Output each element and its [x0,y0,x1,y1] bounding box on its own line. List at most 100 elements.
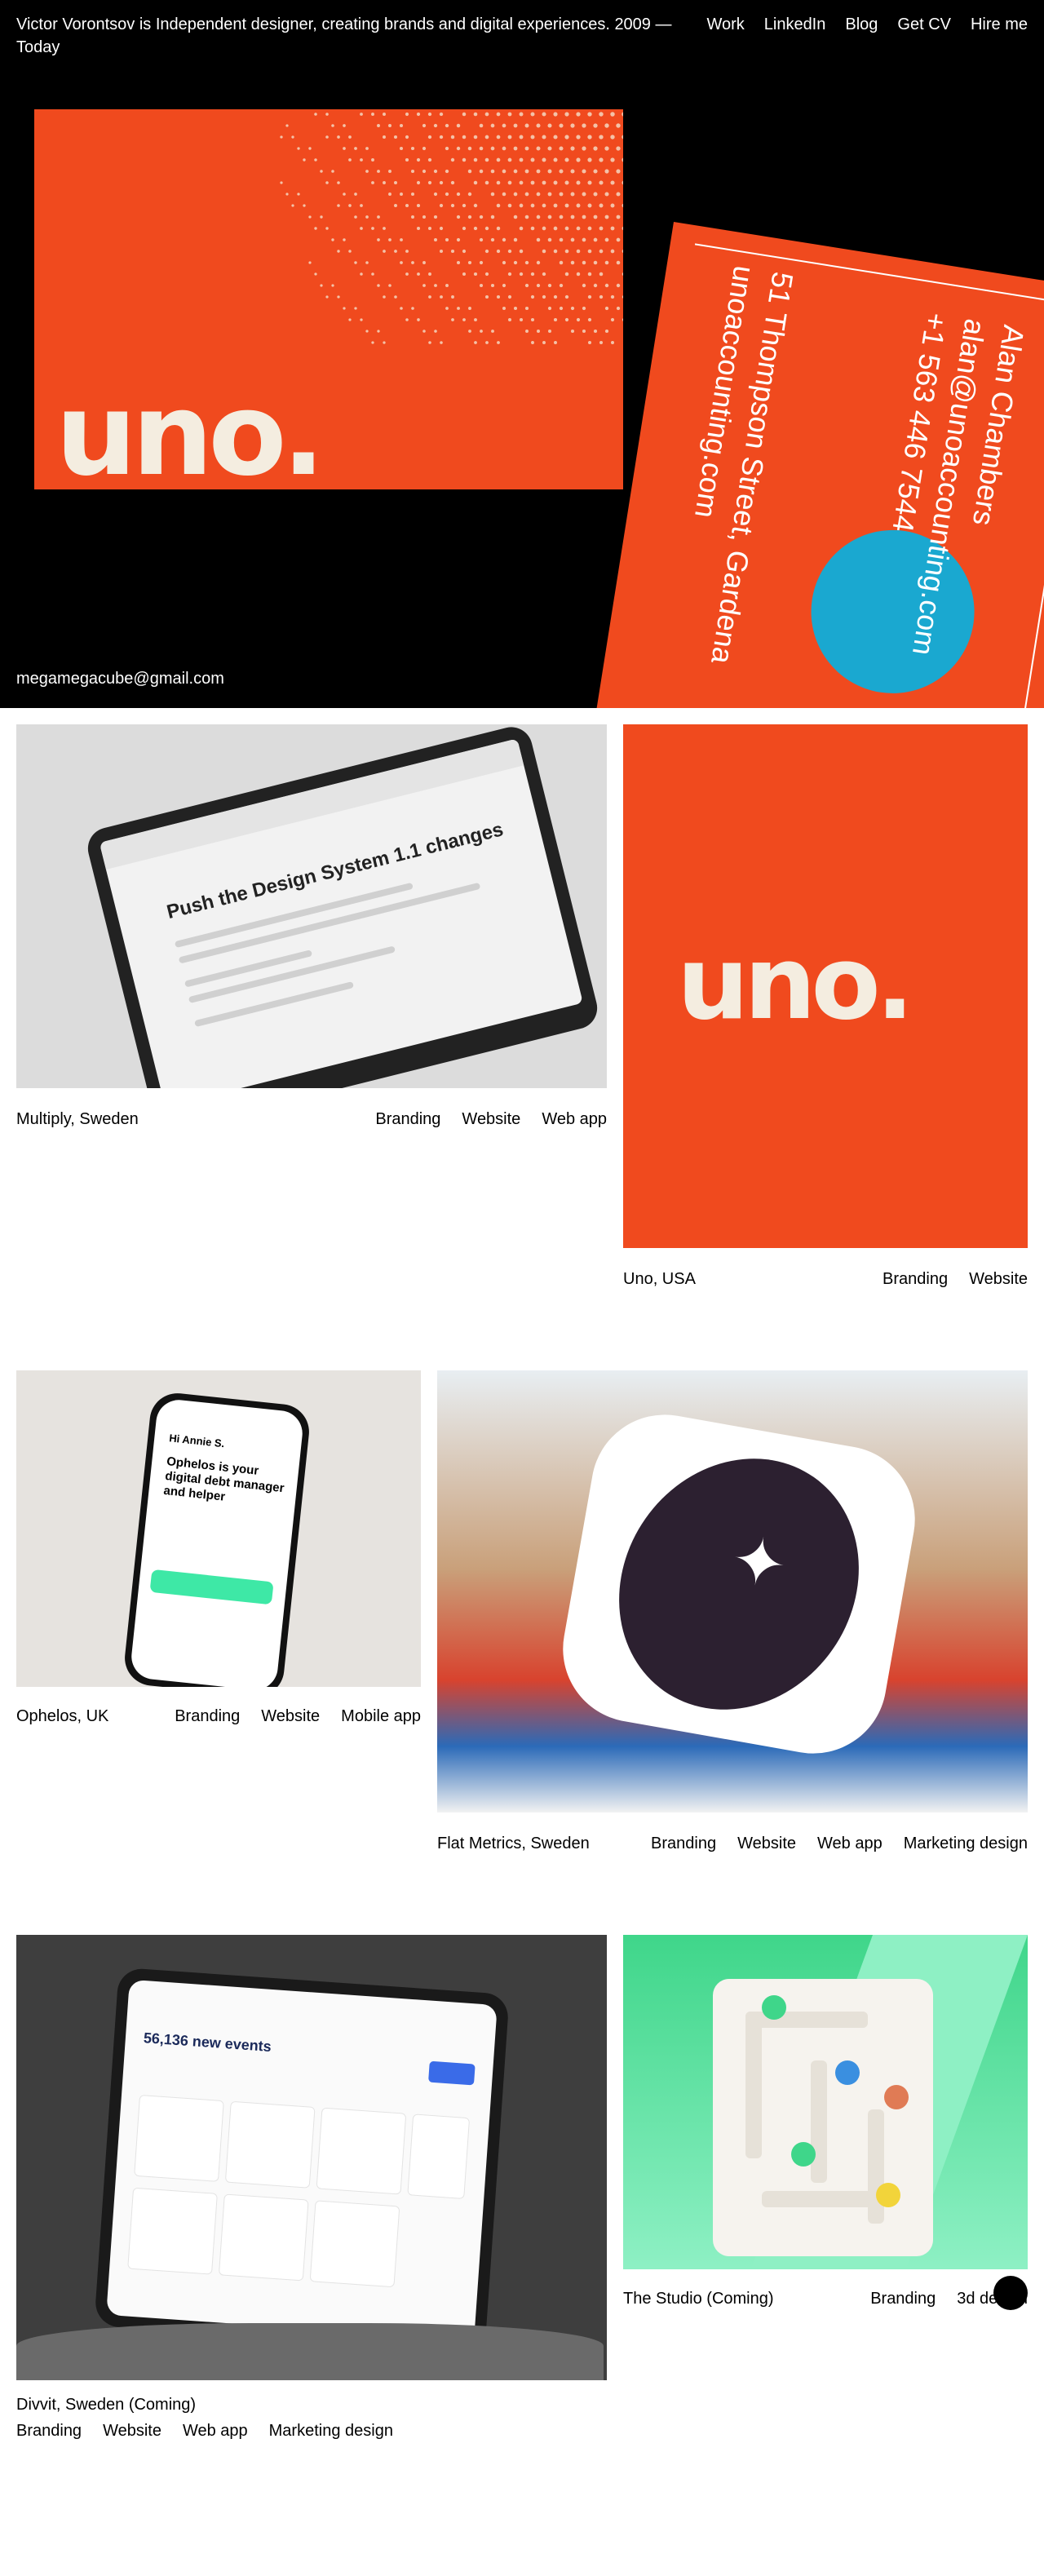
scroll-indicator[interactable] [993,2276,1028,2310]
pattern-dot [530,180,535,185]
project-image-uno[interactable]: uno. [623,724,1028,1248]
pattern-dot [616,237,621,242]
pattern-dot [490,169,495,174]
project-title: Flat Metrics, Sweden [437,1835,590,1852]
pattern-dot [576,226,581,231]
pattern-dot [622,157,623,162]
pattern-dot [593,146,598,151]
pattern-dot [445,284,449,287]
pattern-dot [564,317,569,322]
pattern-dot [343,124,346,127]
pattern-dot [439,249,444,254]
contact-email-link[interactable]: megamegacube@gmail.com [16,670,224,688]
pattern-dot [559,237,564,242]
pattern-dot [416,157,421,162]
pattern-dot [582,283,586,288]
pattern-dot [314,113,317,116]
pattern-dot [502,169,507,174]
pattern-dot [559,123,564,128]
pattern-dot [411,215,414,219]
project-image-the-studio[interactable] [623,1935,1028,2269]
pattern-dot [354,215,357,219]
pattern-dot [604,192,609,197]
nav-work[interactable]: Work [706,13,744,36]
uno-card-front: uno. [34,109,623,489]
pattern-dot [616,169,621,174]
tag: Branding [375,1110,441,1128]
project-image-flat-metrics[interactable]: ✦ [437,1370,1028,1812]
pattern-dot [507,203,512,208]
tag: Website [969,1270,1028,1288]
pattern-dot [587,226,592,231]
pattern-dot [474,318,477,321]
pattern-dot [524,123,529,128]
pattern-dot [416,180,421,185]
project-image-multiply[interactable]: Push the Design System 1.1 changes [16,724,607,1088]
pattern-dot [587,340,592,345]
project-title: Uno, USA [623,1270,696,1288]
pattern-dot [462,203,467,208]
pattern-dot [542,294,546,299]
project-tags: Branding Website Mobile app [175,1705,421,1728]
pattern-dot [570,123,575,128]
tag: Website [462,1110,521,1128]
pattern-dot [570,329,575,334]
pattern-dot [547,169,552,174]
pattern-dot [622,112,623,117]
project-meta: Ophelos, UK Branding Website Mobile app [16,1705,421,1728]
phone-greeting: Hi Annie S. [168,1432,225,1450]
pattern-dot [314,227,317,230]
pattern-dot [570,237,575,242]
pattern-dot [547,146,552,151]
pattern-dot [451,318,454,321]
project-image-ophelos[interactable]: Hi Annie S. Ophelos is your digital debt… [16,1370,421,1687]
pattern-dot [343,238,346,241]
nav-get-cv[interactable]: Get CV [897,13,951,36]
pattern-dot [513,306,518,311]
pattern-dot [439,135,444,139]
pattern-dot [587,135,592,139]
project-meta: The Studio (Coming) Branding 3d design [623,2287,1028,2310]
pattern-dot [536,283,541,288]
nav-blog[interactable]: Blog [845,13,878,36]
pattern-dot [331,238,334,241]
pattern-dot [354,147,357,150]
pattern-dot [496,135,501,139]
sparkle-icon: ✦ [725,1521,793,1603]
pattern-dot [285,124,289,127]
stat-tile [134,2094,224,2182]
pattern-dot [576,180,581,185]
pattern-dot [593,192,598,197]
pattern-dot [485,341,489,344]
project-meta: Divvit, Sweden (Coming) Branding Website… [16,2393,607,2442]
tag: Branding [16,2422,82,2440]
pattern-dot [536,192,541,197]
pattern-dot [490,215,495,219]
pattern-dot [502,146,507,151]
pattern-dot [593,123,598,128]
pattern-dot [433,169,438,174]
project-image-divvit[interactable]: 56,136 new events [16,1935,607,2380]
text-line [194,981,355,1028]
pattern-dot [393,135,398,139]
pattern-dot [507,272,512,277]
nav-hire-me[interactable]: Hire me [971,13,1028,36]
pattern-dot [456,215,461,219]
pattern-dot [559,146,564,151]
pattern-dot [450,180,455,185]
pattern-dot [484,135,489,139]
pattern-dot [530,135,535,139]
pattern-dot [360,272,363,276]
maze-ball [762,1995,786,2020]
pattern-dot [519,226,524,231]
nav-linkedin[interactable]: LinkedIn [764,13,826,36]
pattern-dot [622,318,623,321]
pattern-dot [405,272,409,276]
pattern-dot [479,237,484,242]
pattern-dot [593,283,598,288]
pattern-dot [593,329,598,334]
pattern-dot [513,215,518,219]
pattern-dot [411,307,414,310]
pattern-dot [405,135,409,139]
pattern-dot [496,180,501,185]
